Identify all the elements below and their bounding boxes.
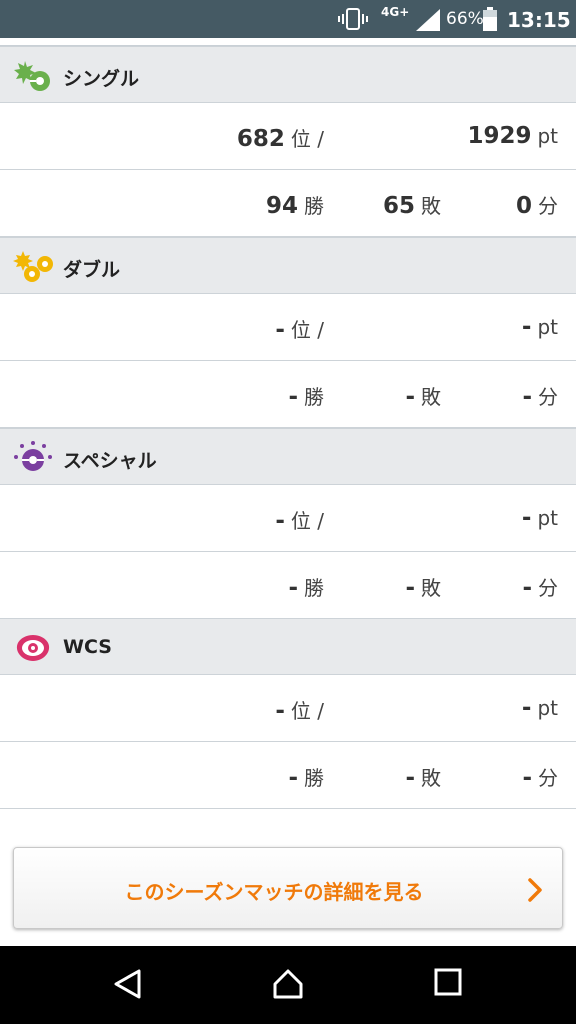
section-header-wcs: WCS [0,618,576,675]
points-cell: - pt [522,314,558,340]
draws-cell: 0分 [516,190,558,219]
rank-unit: 位 / [290,509,324,533]
points-value: 1929 [467,123,532,149]
points-cell: - pt [522,695,558,721]
wins-unit: 勝 [304,385,324,409]
rank-value: - [275,508,285,534]
losses-unit: 敗 [421,194,441,218]
losses-unit: 敗 [421,385,441,409]
signal-icon [416,9,440,31]
wins-value: - [288,384,298,410]
wins-unit: 勝 [304,766,324,790]
draws-cell: -分 [522,572,558,601]
section-header-single: シングル [0,46,576,103]
rank-value: - [275,317,285,343]
recent-apps-icon[interactable] [434,968,462,996]
points-unit: pt [537,315,558,339]
section-title: シングル [63,68,140,90]
draws-unit: 分 [538,194,558,218]
section-header-double: ダブル [0,237,576,294]
record-row: -勝 -敗 -分 [0,552,576,619]
rank-row: -位 / - pt [0,294,576,361]
rank-row: -位 / - pt [0,675,576,742]
record-row: -勝 -敗 -分 [0,742,576,809]
navigation-bar [0,946,576,1024]
special-battle-icon [14,441,52,471]
losses-unit: 敗 [421,766,441,790]
rank-row: 682 位 / 1929 pt [0,103,576,170]
record-row: 94 勝 65 敗 0分 [0,170,576,237]
rank-cell: -位 / [275,314,324,343]
rank-value: - [275,698,285,724]
draws-value: - [522,575,532,601]
home-icon[interactable] [272,968,304,1000]
detail-button-label: このシーズンマッチの詳細を見る [124,880,424,904]
rank-row: -位 / - pt [0,485,576,552]
draws-cell: -分 [522,762,558,791]
points-unit: pt [537,506,558,530]
ranking-content[interactable]: シングル 682 位 / 1929 pt 94 勝 65 敗 0分 ダブル - … [0,38,576,946]
section-header-special: スペシャル [0,428,576,485]
rank-cell: 682 位 / [237,123,324,152]
double-battle-icon [13,251,53,282]
section-title: ダブル [63,259,121,281]
vibrate-icon [338,8,368,30]
points-value: - [521,695,532,721]
wins-value: 94 [265,193,298,219]
battery-percent: 66% [446,9,484,29]
draws-value: - [522,384,532,410]
draws-unit: 分 [538,385,558,409]
wins-cell: 94 勝 [266,190,324,219]
battery-icon [483,7,497,31]
losses-value: - [405,384,415,410]
losses-value: - [405,765,415,791]
losses-value: - [405,575,415,601]
chevron-right-icon [528,878,542,902]
losses-cell: -敗 [405,572,441,601]
rank-unit: 位 / [290,699,324,723]
rank-unit: 位 / [290,127,324,151]
draws-unit: 分 [538,766,558,790]
wcs-icon [16,635,50,661]
wins-cell: -勝 [288,572,324,601]
draws-value: 0 [515,193,532,219]
season-match-detail-button[interactable]: このシーズンマッチの詳細を見る [13,847,563,929]
wins-cell: -勝 [288,762,324,791]
points-cell: - pt [522,505,558,531]
points-value: - [521,314,532,340]
points-unit: pt [537,696,558,720]
single-battle-icon [14,61,50,91]
wins-unit: 勝 [304,194,324,218]
network-type: 4G+ [381,5,410,19]
clock: 13:15 [507,8,571,32]
losses-value: 65 [382,193,415,219]
rank-unit: 位 / [290,318,324,342]
points-cell: 1929 pt [467,123,558,149]
rank-value: 682 [236,126,285,152]
losses-unit: 敗 [421,576,441,600]
losses-cell: 65 敗 [383,190,441,219]
record-row: -勝 -敗 -分 [0,361,576,428]
section-title: スペシャル [63,450,157,472]
draws-cell: -分 [522,381,558,410]
points-value: - [521,505,532,531]
points-unit: pt [537,124,558,148]
draws-value: - [522,765,532,791]
rank-cell: -位 / [275,505,324,534]
back-icon[interactable] [112,968,144,1000]
wins-unit: 勝 [304,576,324,600]
wins-cell: -勝 [288,381,324,410]
losses-cell: -敗 [405,381,441,410]
wins-value: - [288,765,298,791]
section-title: WCS [63,636,112,658]
wins-value: - [288,575,298,601]
draws-unit: 分 [538,576,558,600]
losses-cell: -敗 [405,762,441,791]
status-bar: 4G+ 66% 13:15 [0,0,576,38]
rank-cell: -位 / [275,695,324,724]
